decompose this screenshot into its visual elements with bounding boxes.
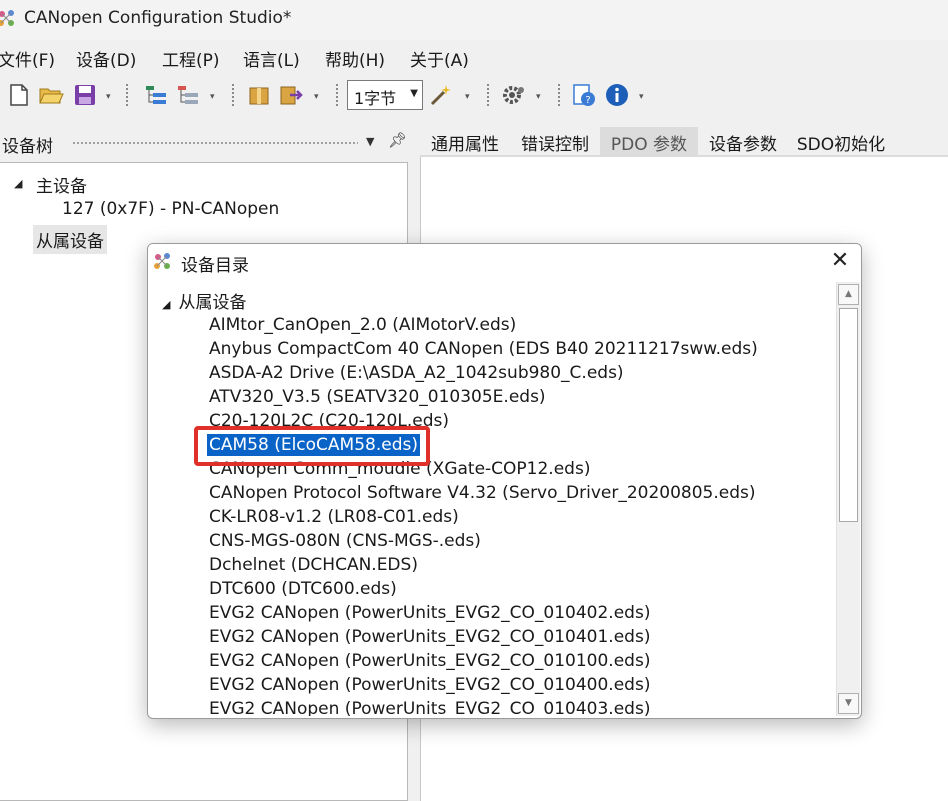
toolbar-overflow-icon[interactable]: ▾ — [314, 92, 319, 102]
byte-size-value: 1字节 — [354, 89, 397, 108]
catalog-item[interactable]: EVG2 CANopen (PowerUnits_EVG2_CO_010402.… — [209, 602, 650, 624]
toolbar-grip[interactable] — [558, 84, 562, 106]
open-folder-icon[interactable] — [38, 82, 64, 108]
toolbar-grip[interactable] — [487, 84, 491, 106]
export-icon[interactable] — [278, 82, 304, 108]
catalog-group-label: 从属设备 — [178, 293, 247, 313]
catalog-item[interactable]: EVG2 CANopen (PowerUnits_EVG2_CO_010400.… — [209, 674, 650, 696]
tab-error-control[interactable]: 错误控制 — [510, 127, 600, 157]
toolbar: ▾ ▾ ▾ ▾ ▾ ? ▾ — [0, 76, 948, 116]
tree-item-master-device[interactable]: 127 (0x7F) - PN-CANopen — [62, 199, 279, 219]
toolbar-grip[interactable] — [232, 84, 236, 106]
app-logo-icon — [154, 253, 170, 269]
title-bar: CANopen Configuration Studio* — [0, 0, 948, 40]
add-device-icon[interactable] — [143, 82, 169, 108]
save-icon[interactable] — [72, 82, 98, 108]
menu-about[interactable]: 关于(A) — [410, 46, 469, 71]
menu-language[interactable]: 语言(L) — [243, 46, 300, 71]
help-document-icon[interactable]: ? — [571, 82, 597, 108]
close-icon[interactable]: ✕ — [825, 246, 855, 276]
byte-size-select[interactable]: 1字节 ▼ — [347, 80, 423, 110]
tab-device-params[interactable]: 设备参数 — [698, 127, 788, 157]
menu-device[interactable]: 设备(D) — [76, 46, 136, 71]
catalog-item[interactable]: EVG2 CANopen (PowerUnits_EVG2_CO_010100.… — [209, 650, 650, 672]
menu-help[interactable]: 帮助(H) — [325, 46, 385, 71]
settings-gear-icon[interactable] — [501, 82, 527, 108]
tab-sdo-init[interactable]: SDO初始化 — [788, 127, 894, 157]
catalog-item[interactable]: ATV320_V3.5 (SEATV320_010305E.eds) — [209, 386, 546, 408]
menu-project[interactable]: 工程(P) — [162, 46, 220, 71]
tab-pdo[interactable]: PDO 参数 — [600, 127, 698, 157]
tree-item-master[interactable]: 主设备 — [36, 172, 87, 197]
dialog-title: 设备目录 — [181, 256, 249, 276]
new-file-icon[interactable] — [6, 82, 32, 108]
device-tree-header: 设备树 ▼ 📌︎ — [0, 127, 412, 159]
panel-drag-grip[interactable] — [72, 141, 358, 146]
import-package-icon[interactable] — [246, 82, 272, 108]
catalog-group-slave[interactable]: ◢ 从属设备 — [162, 288, 246, 313]
toolbar-grip[interactable] — [336, 84, 340, 106]
svg-text:?: ? — [585, 95, 590, 106]
catalog-item[interactable]: Dchelnet (DCHCAN.EDS) — [209, 554, 418, 576]
dialog-title-bar[interactable]: 设备目录 ✕ — [148, 244, 861, 280]
scroll-up-icon[interactable]: ▲ — [838, 284, 859, 305]
tab-general[interactable]: 通用属性 — [420, 127, 510, 157]
collapse-toggle-icon[interactable]: ◢ — [162, 298, 170, 311]
catalog-item[interactable]: CANopen Protocol Software V4.32 (Servo_D… — [209, 482, 756, 504]
catalog-item[interactable]: EVG2 CANopen (PowerUnits_EVG2_CO_010403.… — [209, 698, 650, 716]
vertical-scrollbar[interactable]: ▲ ▼ — [836, 282, 860, 716]
tree-item-slave[interactable]: 从属设备 — [33, 225, 107, 254]
catalog-item[interactable]: AIMtor_CanOpen_2.0 (AIMotorV.eds) — [209, 314, 516, 336]
catalog-item[interactable]: DTC600 (DTC600.eds) — [209, 578, 397, 600]
property-tabs: 通用属性 错误控制 PDO 参数 设备参数 SDO初始化 — [420, 127, 948, 157]
menu-file[interactable]: 文件(F) — [0, 46, 55, 71]
scrollbar-thumb[interactable] — [839, 308, 858, 522]
panel-menu-icon[interactable]: ▼ — [366, 135, 374, 148]
device-tree-title: 设备树 — [2, 137, 53, 157]
device-catalog-dialog: 设备目录 ✕ ◢ 从属设备 AIMtor_CanOpen_2.0 (AIMotor… — [147, 243, 862, 719]
chevron-down-icon: ▼ — [410, 88, 418, 99]
catalog-item[interactable]: CK-LR08-v1.2 (LR08-C01.eds) — [209, 506, 459, 528]
window-title: CANopen Configuration Studio* — [24, 8, 292, 28]
pin-icon[interactable]: 📌︎ — [388, 131, 407, 149]
toolbar-overflow-icon[interactable]: ▾ — [536, 92, 541, 102]
catalog-item[interactable]: ASDA-A2 Drive (E:\ASDA_A2_1042sub980_C.e… — [209, 362, 624, 384]
catalog-item[interactable]: EVG2 CANopen (PowerUnits_EVG2_CO_010401.… — [209, 626, 650, 648]
toolbar-overflow-icon[interactable]: ▾ — [106, 92, 111, 102]
info-icon[interactable] — [604, 82, 630, 108]
menu-bar: 文件(F) 设备(D) 工程(P) 语言(L) 帮助(H) 关于(A) — [0, 42, 948, 72]
annotation-highlight-box — [194, 426, 430, 466]
catalog-item[interactable]: CNS-MGS-080N (CNS-MGS-.eds) — [209, 530, 481, 552]
app-logo-icon — [0, 10, 14, 26]
remove-device-icon[interactable] — [175, 82, 201, 108]
toolbar-overflow-icon[interactable]: ▾ — [639, 92, 644, 102]
catalog-item[interactable]: Anybus CompactCom 40 CANopen (EDS B40 20… — [209, 338, 758, 360]
scroll-down-icon[interactable]: ▼ — [838, 693, 859, 714]
toolbar-overflow-icon[interactable]: ▾ — [210, 92, 215, 102]
toolbar-grip[interactable] — [126, 84, 130, 106]
collapse-toggle-icon[interactable]: ◢ — [14, 177, 22, 190]
device-catalog-list: ◢ 从属设备 AIMtor_CanOpen_2.0 (AIMotorV.eds) A… — [152, 282, 838, 716]
toolbar-overflow-icon[interactable]: ▾ — [465, 92, 470, 102]
magic-wand-icon[interactable] — [428, 82, 454, 108]
